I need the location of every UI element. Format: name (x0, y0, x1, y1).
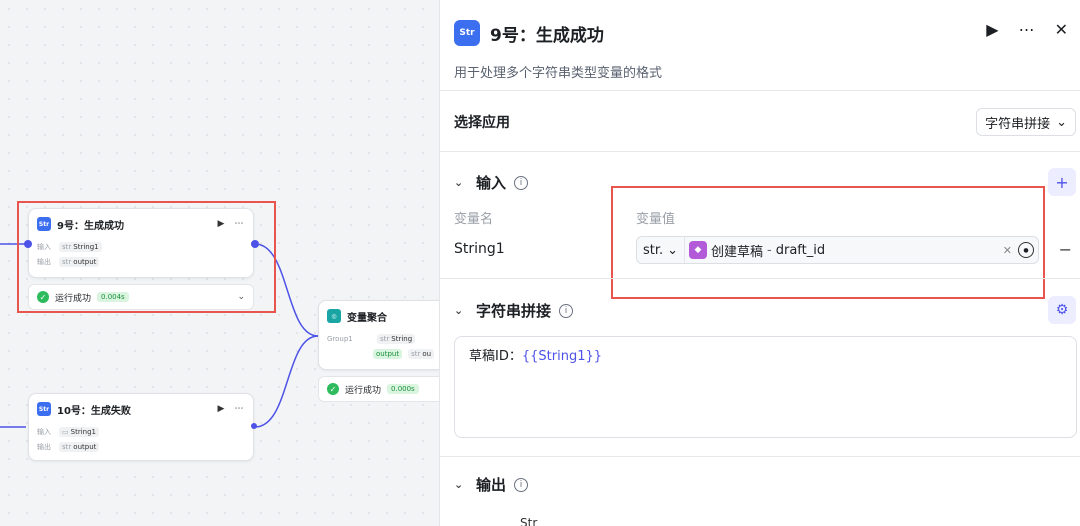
panel-description: 用于处理多个字符串类型变量的格式 (454, 66, 663, 81)
panel-title[interactable]: 9号：生成成功 (490, 21, 604, 46)
play-icon[interactable]: ▶ (215, 404, 227, 414)
gear-icon: ⚙ (1055, 302, 1069, 318)
group-tag-output: output (373, 348, 403, 359)
output-section-header[interactable]: ⌄ 输出 i (454, 474, 529, 495)
template-variable: {{String1}} (521, 349, 603, 364)
output-tag: str output (59, 441, 100, 452)
plus-icon: + (1055, 172, 1069, 192)
col-header-name: 变量名 (454, 212, 494, 227)
chevron-down-icon: ⌄ (454, 176, 464, 189)
chevron-down-icon: ⌄ (454, 304, 464, 317)
aggregate-icon: ◎ (327, 309, 341, 323)
group-tag: str String (377, 333, 416, 344)
remove-variable-button[interactable]: − (1059, 240, 1072, 259)
more-icon[interactable]: ⋯ (233, 404, 245, 414)
add-variable-button[interactable]: + (1048, 168, 1076, 196)
time-badge: 0.000s (387, 384, 419, 394)
node-title: 10号：生成失败 (57, 405, 131, 417)
group-tag-out: str ou (408, 348, 435, 359)
string-node-icon: Str (454, 20, 480, 46)
string-node-icon: Str (37, 402, 51, 416)
divider (440, 151, 1080, 152)
input-label: 输入 (37, 427, 51, 436)
more-icon[interactable]: ⋯ (1019, 20, 1035, 39)
chevron-down-icon: ⌄ (454, 478, 464, 491)
settings-button[interactable]: ⚙ (1048, 296, 1076, 324)
template-text: 草稿ID： (469, 349, 522, 364)
concat-section-header[interactable]: ⌄ 字符串拼接 i (454, 300, 574, 321)
success-icon: ✓ (327, 383, 339, 395)
status-text: 运行成功 (345, 385, 382, 396)
input-tag: ▭ String1 (59, 426, 99, 437)
chevron-down-icon: ⌄ (1056, 114, 1067, 130)
output-section-title: 输出 (476, 476, 507, 494)
node-variable-aggregate[interactable]: ◎ 变量聚合 Group1 str String output str ou (318, 300, 440, 370)
select-app-dropdown[interactable]: 字符串拼接 ⌄ (976, 108, 1076, 136)
output-label: 输出 (37, 442, 51, 451)
select-app-value: 字符串拼接 (985, 116, 1051, 132)
node-config-panel: Str 9号：生成成功 ▶ ⋯ ✕ 用于处理多个字符串类型变量的格式 选择应用 … (439, 0, 1080, 526)
input-section-header[interactable]: ⌄ 输入 i (454, 172, 529, 193)
input-section-title: 输入 (476, 174, 507, 192)
info-icon[interactable]: i (514, 477, 529, 492)
node-title: 变量聚合 (347, 312, 387, 324)
select-app-label: 选择应用 (454, 115, 510, 131)
highlight-box-node (17, 201, 276, 313)
info-icon[interactable]: i (514, 175, 529, 190)
template-editor[interactable]: 草稿ID：{{String1}} (454, 336, 1077, 438)
divider (440, 278, 1080, 279)
divider (440, 90, 1080, 91)
variable-name[interactable]: String1 (454, 241, 505, 257)
node-aggregate-status[interactable]: ✓ 运行成功 0.000s (318, 376, 440, 402)
highlight-box-value (611, 186, 1045, 299)
close-icon[interactable]: ✕ (1055, 20, 1068, 39)
divider (440, 456, 1080, 457)
output-port[interactable] (251, 423, 257, 429)
info-icon[interactable]: i (559, 303, 574, 318)
group-label: Group1 (327, 334, 353, 343)
play-icon[interactable]: ▶ (986, 20, 998, 39)
concat-section-title: 字符串拼接 (476, 302, 552, 320)
workflow-canvas[interactable]: Str 9号：生成成功 ▶ ⋯ 输入 str String1 输出 str outp… (0, 0, 440, 526)
output-type-tag: Str (520, 516, 538, 526)
node-10-failure[interactable]: Str 10号：生成失败 ▶ ⋯ 输入 ▭ String1 输出 str outpu… (28, 393, 254, 461)
